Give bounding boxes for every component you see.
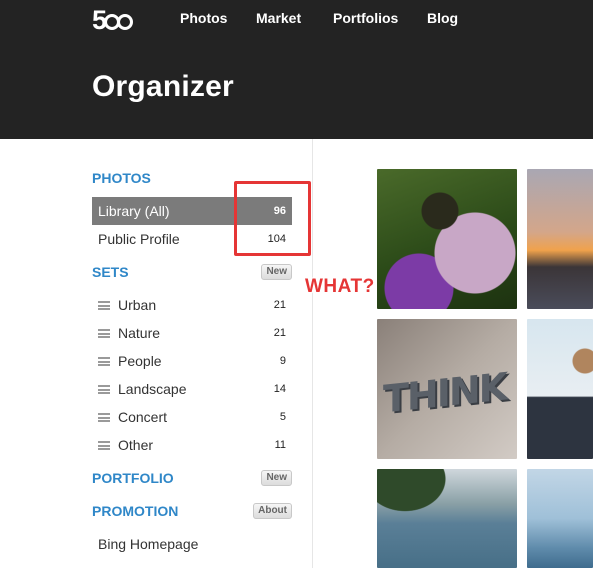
annotation-text: WHAT? bbox=[305, 276, 375, 297]
nav-market[interactable]: Market bbox=[256, 10, 301, 26]
set-item-nature[interactable]: Nature 21 bbox=[92, 319, 292, 347]
set-count: 11 bbox=[274, 439, 286, 451]
drag-handle-icon[interactable] bbox=[98, 301, 110, 310]
set-item-other[interactable]: Other 11 bbox=[92, 431, 292, 459]
set-count: 21 bbox=[273, 327, 286, 339]
sets-heading-label: SETS bbox=[92, 264, 129, 280]
page-title: Organizer bbox=[92, 70, 234, 103]
sidebar-item-label: Public Profile bbox=[98, 231, 180, 247]
set-item-label: Landscape bbox=[118, 381, 187, 397]
set-count: 14 bbox=[273, 383, 286, 395]
set-item-urban[interactable]: Urban 21 bbox=[92, 291, 292, 319]
set-item-concert[interactable]: Concert 5 bbox=[92, 403, 292, 431]
new-set-button[interactable]: New bbox=[261, 264, 292, 280]
think-sign-text: THINK bbox=[383, 364, 507, 422]
sets-section-heading: SETS New bbox=[92, 264, 292, 282]
promotion-section-heading: PROMOTION About bbox=[92, 503, 292, 521]
promotion-item-bing-homepage[interactable]: Bing Homepage bbox=[92, 530, 292, 558]
drag-handle-icon[interactable] bbox=[98, 413, 110, 422]
about-promotion-button[interactable]: About bbox=[253, 503, 292, 519]
drag-handle-icon[interactable] bbox=[98, 329, 110, 338]
photo-thumbnail-boats[interactable] bbox=[527, 469, 593, 568]
sidebar-item-label: Library (All) bbox=[98, 203, 170, 219]
highlight-box bbox=[234, 181, 311, 256]
photo-thumbnail-bee[interactable] bbox=[377, 169, 517, 309]
drag-handle-icon[interactable] bbox=[98, 357, 110, 366]
drag-handle-icon[interactable] bbox=[98, 385, 110, 394]
top-header: 5 Photos Market Portfolios Blog Organize… bbox=[0, 0, 593, 139]
set-item-label: Other bbox=[118, 437, 154, 453]
nav-blog[interactable]: Blog bbox=[427, 10, 458, 26]
set-item-landscape[interactable]: Landscape 14 bbox=[92, 375, 292, 403]
set-item-label: Concert bbox=[118, 409, 168, 425]
new-portfolio-button[interactable]: New bbox=[261, 470, 292, 486]
set-count: 21 bbox=[273, 299, 286, 311]
portfolio-section-heading: PORTFOLIO New bbox=[92, 470, 292, 488]
photo-thumbnail-man[interactable] bbox=[527, 319, 593, 459]
promotion-item-label: Bing Homepage bbox=[98, 536, 199, 552]
sidebar-divider bbox=[312, 139, 313, 568]
set-item-label: People bbox=[118, 353, 162, 369]
photo-thumbnail-think[interactable]: THINK bbox=[377, 319, 517, 459]
photo-thumbnail-sunset[interactable] bbox=[527, 169, 593, 309]
set-item-label: Nature bbox=[118, 325, 161, 341]
set-count: 9 bbox=[279, 355, 286, 367]
nav-portfolios[interactable]: Portfolios bbox=[333, 10, 398, 26]
set-count: 5 bbox=[279, 411, 286, 423]
set-item-people[interactable]: People 9 bbox=[92, 347, 292, 375]
promotion-heading-label: PROMOTION bbox=[92, 503, 179, 519]
nav-photos[interactable]: Photos bbox=[180, 10, 227, 26]
photo-thumbnail-coast[interactable] bbox=[377, 469, 517, 568]
drag-handle-icon[interactable] bbox=[98, 441, 110, 450]
main-nav: Photos Market Portfolios Blog bbox=[0, 10, 593, 28]
portfolio-heading-label: PORTFOLIO bbox=[92, 470, 174, 486]
photos-heading-label: PHOTOS bbox=[92, 170, 151, 186]
set-item-label: Urban bbox=[118, 297, 157, 313]
